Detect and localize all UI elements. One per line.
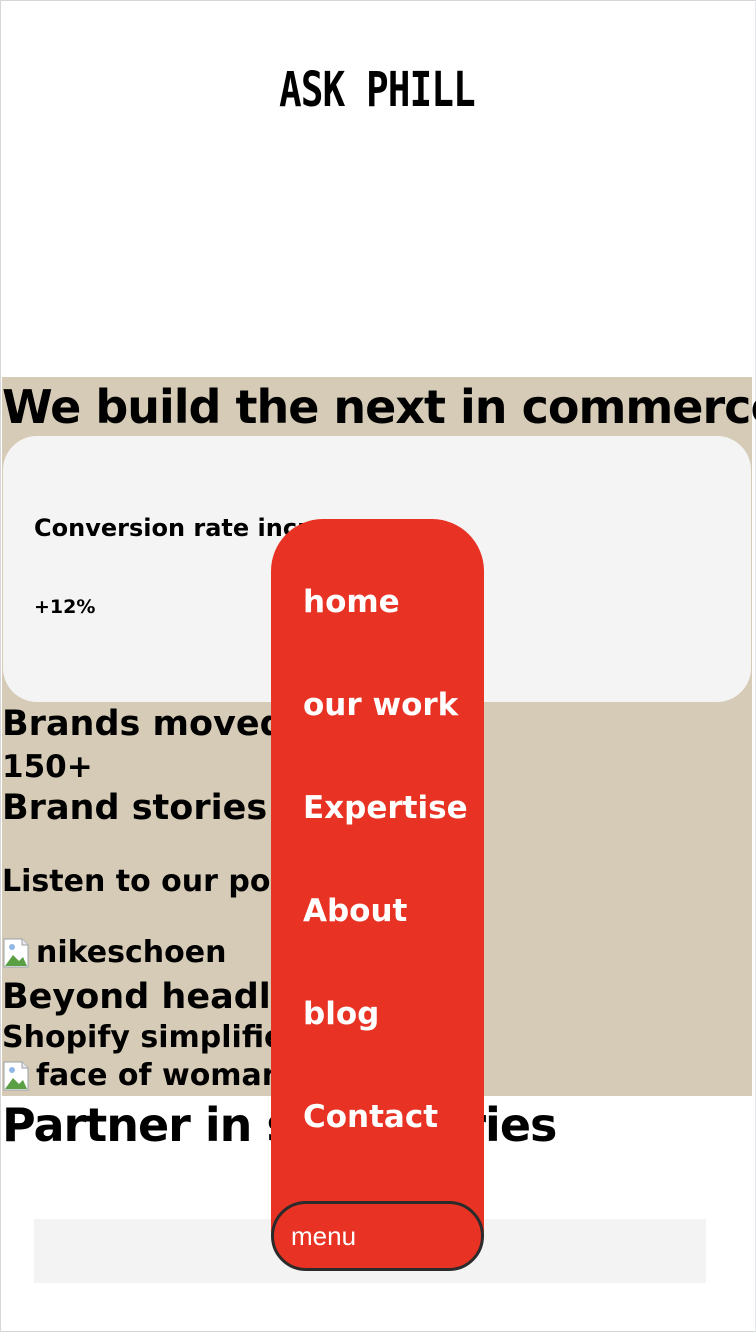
menu-item-home[interactable]: home xyxy=(303,582,400,622)
story-image-nike[interactable]: nikeschoen xyxy=(2,935,226,971)
broken-image-icon xyxy=(2,937,34,969)
podcast-link[interactable]: Listen to our podc xyxy=(2,864,310,900)
ask-phill-logo[interactable]: ASK PHILL xyxy=(85,60,670,120)
menu-item-about[interactable]: About xyxy=(303,891,407,931)
menu-toggle-button[interactable]: menu xyxy=(271,1201,484,1271)
stat-value: +12% xyxy=(34,596,96,618)
site-header: ASK PHILL xyxy=(2,2,752,377)
brand-stories-heading: Brand stories xyxy=(2,788,268,828)
broken-image-icon xyxy=(2,1060,34,1092)
story-image-alt-text: face of woman xyxy=(36,1058,284,1093)
story-headline[interactable]: Beyond headle xyxy=(2,976,295,1018)
brands-count: 150+ xyxy=(2,749,93,785)
story-subheadline[interactable]: Shopify simplified xyxy=(2,1020,306,1056)
story-image-woman[interactable]: face of woman xyxy=(2,1058,283,1094)
partner-title-start: Partner in s xyxy=(2,1098,294,1152)
menu-item-expertise[interactable]: Expertise xyxy=(303,788,468,828)
menu-item-blog[interactable]: blog xyxy=(303,994,379,1034)
story-image-alt-text: nikeschoen xyxy=(36,935,227,970)
hero-title: We build the next in commerce xyxy=(2,380,756,434)
brands-moved-heading: Brands moved xyxy=(2,704,285,744)
menu-item-our-work[interactable]: our work xyxy=(303,685,458,725)
menu-item-contact[interactable]: Contact xyxy=(303,1097,438,1137)
